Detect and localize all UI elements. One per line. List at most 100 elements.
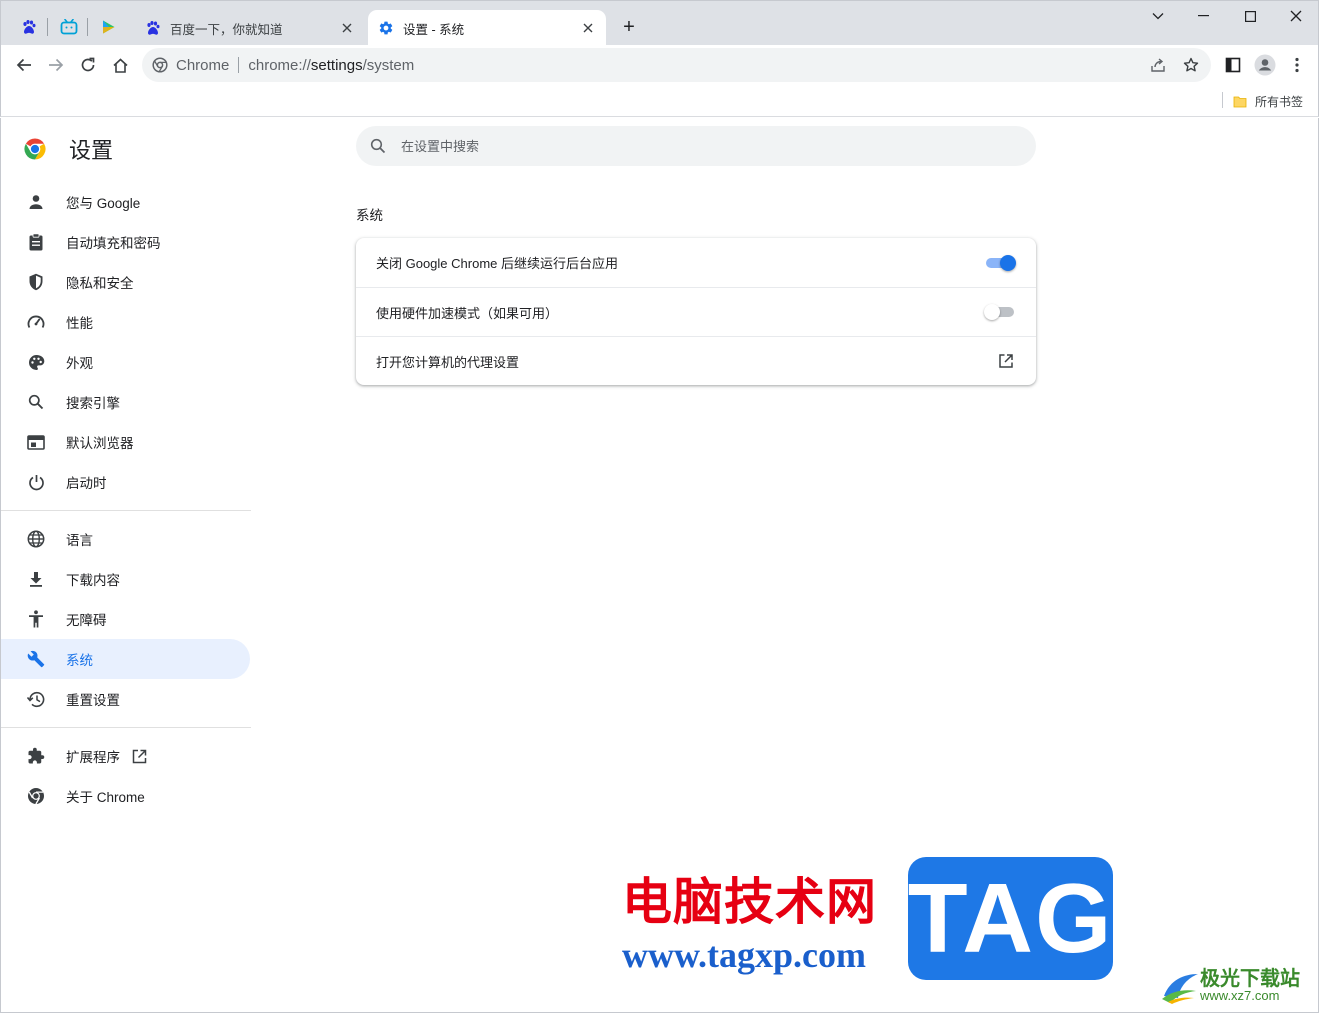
watermark-tag-logo: TAG (908, 857, 1113, 980)
nav-label: 搜索引擎 (66, 396, 120, 411)
tab-baidu[interactable]: 百度一下，你就知道 (135, 10, 365, 46)
maximize-button[interactable] (1238, 6, 1262, 26)
pinned-tab-baidu[interactable] (15, 13, 43, 41)
all-bookmarks-button[interactable]: 所有书签 (1233, 91, 1303, 111)
nav-item-you-and-google[interactable]: 您与 Google (1, 182, 250, 222)
nav-item-languages[interactable]: 语言 (1, 519, 250, 559)
nav-item-default-browser[interactable]: 默认浏览器 (1, 422, 250, 462)
share-button[interactable] (1148, 56, 1168, 74)
settings-search[interactable] (356, 126, 1036, 166)
tab-close-button[interactable] (580, 20, 596, 36)
tab-settings[interactable]: 设置 - 系统 (368, 10, 606, 46)
url-host: settings (310, 56, 363, 74)
nav-label: 系统 (66, 653, 93, 668)
menu-button[interactable] (1283, 51, 1311, 79)
open-in-new-icon[interactable] (996, 351, 1016, 371)
nav-item-performance[interactable]: 性能 (1, 302, 250, 342)
setting-label: 使用硬件加速模式（如果可用） (376, 305, 559, 321)
baidu-paw-icon (147, 21, 160, 35)
watermark-corner-logo: 极光下载站 www.xz7.com (1160, 962, 1310, 1008)
back-button[interactable] (10, 51, 38, 79)
nav-item-reset[interactable]: 重置设置 (1, 679, 250, 719)
nav-item-autofill[interactable]: 自动填充和密码 (1, 222, 250, 262)
search-icon (369, 137, 387, 155)
history-icon (26, 689, 46, 709)
nav-item-extensions[interactable]: 扩展程序 (1, 736, 250, 776)
palette-icon (26, 352, 46, 372)
tab-title: 百度一下，你就知道 (170, 22, 283, 37)
tab-close-button[interactable] (339, 20, 355, 36)
minimize-button[interactable] (1191, 6, 1215, 26)
power-icon (26, 472, 46, 492)
nav-item-system[interactable]: 系统 (1, 639, 250, 679)
shield-icon (26, 272, 46, 292)
nav-item-downloads[interactable]: 下载内容 (1, 559, 250, 599)
forward-button[interactable] (42, 51, 70, 79)
setting-row-background-apps[interactable]: 关闭 Google Chrome 后继续运行后台应用 (356, 238, 1036, 287)
baidu-paw-icon (23, 20, 36, 34)
nav-label: 自动填充和密码 (66, 236, 161, 251)
all-bookmarks-label: 所有书签 (1255, 94, 1304, 109)
close-icon (342, 23, 352, 33)
reload-button[interactable] (74, 51, 102, 79)
watermark-corner-name: 极光下载站 (1200, 968, 1300, 990)
nav-item-about-chrome[interactable]: 关于 Chrome (1, 776, 250, 816)
nav-label: 隐私和安全 (66, 276, 134, 291)
nav-item-privacy[interactable]: 隐私和安全 (1, 262, 250, 302)
chrome-icon (26, 786, 46, 806)
search-input[interactable] (401, 138, 1001, 154)
home-button[interactable] (106, 51, 134, 79)
nav-label: 扩展程序 (66, 750, 120, 765)
open-in-new-icon (132, 749, 147, 764)
close-icon (1290, 10, 1302, 22)
search-icon (26, 392, 46, 412)
watermark-site-name: 电脑技术网 (622, 874, 877, 930)
nav-label: 重置设置 (66, 693, 120, 708)
star-icon (1183, 57, 1199, 72)
address-bar[interactable]: Chrome chrome://settings/system (142, 48, 1211, 82)
person-icon (26, 192, 46, 212)
nav-divider (1, 727, 251, 728)
close-icon (583, 23, 593, 33)
bilibili-tv-icon (60, 19, 78, 35)
setting-row-hardware-acceleration[interactable]: 使用硬件加速模式（如果可用） (356, 287, 1036, 336)
new-tab-button[interactable]: + (617, 15, 641, 39)
close-window-button[interactable] (1284, 6, 1308, 26)
bookmark-star-button[interactable] (1181, 56, 1201, 74)
nav-label: 您与 Google (66, 196, 141, 211)
pinned-tab-video[interactable] (94, 13, 122, 41)
avatar-icon (1254, 54, 1276, 76)
toggle-knob (1000, 254, 1016, 271)
nav-item-accessibility[interactable]: 无障碍 (1, 599, 250, 639)
side-panel-button[interactable] (1219, 51, 1247, 79)
omnibox-separator (238, 57, 240, 73)
minimize-icon (1197, 15, 1209, 17)
background-apps-toggle[interactable] (984, 254, 1016, 271)
speedometer-icon (26, 312, 46, 332)
pinned-separator (87, 18, 88, 36)
pinned-tab-bilibili[interactable] (55, 13, 83, 41)
folder-icon (1233, 96, 1247, 107)
nav-divider (1, 510, 251, 511)
tab-search-button[interactable] (1146, 6, 1170, 26)
pinned-separator (47, 18, 48, 36)
clipboard-icon (26, 232, 46, 252)
nav-item-search-engine[interactable]: 搜索引擎 (1, 382, 250, 422)
site-label: Chrome (176, 56, 230, 74)
hardware-acceleration-toggle[interactable] (984, 304, 1016, 320)
gear-icon (379, 21, 393, 35)
arrow-left-icon (16, 58, 31, 72)
arrow-right-icon (49, 58, 64, 72)
system-settings-card: 关闭 Google Chrome 后继续运行后台应用 使用硬件加速模式（如果可用… (356, 238, 1036, 385)
globe-icon (26, 529, 46, 549)
home-icon (112, 57, 128, 73)
setting-row-proxy-settings[interactable]: 打开您计算机的代理设置 (356, 336, 1036, 385)
profile-button[interactable] (1251, 51, 1279, 79)
page-title: 设置 (69, 138, 114, 163)
tab-strip: 百度一下，你就知道 设置 - 系统 + (0, 0, 1319, 46)
settings-header: 设置 (23, 134, 113, 164)
setting-label: 关闭 Google Chrome 后继续运行后台应用 (376, 256, 618, 271)
nav-item-on-startup[interactable]: 启动时 (1, 462, 250, 502)
nav-item-appearance[interactable]: 外观 (1, 342, 250, 382)
nav-label: 外观 (66, 356, 93, 371)
